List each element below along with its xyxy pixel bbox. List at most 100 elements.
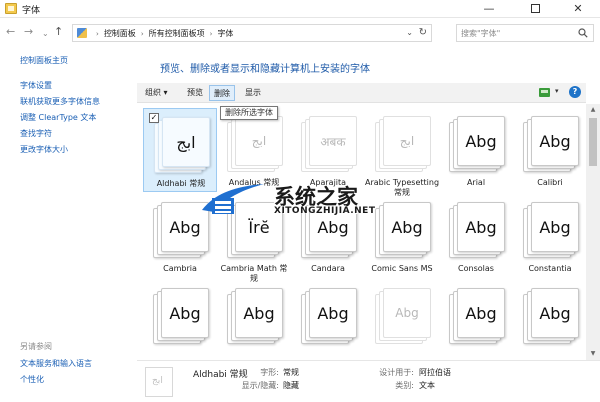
sidebar-item-online-font-info[interactable]: 联机获取更多字体信息 [20, 96, 100, 107]
see-also-heading: 另请参阅 [20, 342, 52, 351]
font-file-icon: Abg [523, 202, 581, 258]
font-sample: Abg [243, 303, 275, 323]
font-page-shape: Abg [531, 202, 579, 252]
organize-button[interactable]: 组织 ▾ [141, 85, 172, 101]
left-pane: 控制面板主页 字体设置 联机获取更多字体信息 调整 ClearType 文本 查… [0, 48, 136, 402]
font-tile[interactable]: Abg [143, 280, 217, 360]
font-file-icon: Abg [153, 288, 211, 344]
font-sample: ابج [399, 134, 415, 148]
font-sample: Abg [465, 217, 497, 237]
font-sample: अबक [320, 134, 346, 149]
control-panel-icon [77, 28, 87, 38]
font-name: Consolas [458, 264, 494, 273]
sidebar-item-text-services[interactable]: 文本服务和输入语言 [20, 358, 92, 369]
font-sample: Abg [317, 303, 349, 323]
font-file-icon: Abg [523, 116, 581, 172]
font-tile[interactable]: Abg [291, 280, 365, 360]
details-style-label: 字形: [260, 368, 279, 377]
font-name: Cambria [163, 264, 197, 273]
breadcrumb-separator[interactable]: › [210, 30, 213, 38]
preview-button[interactable]: 预览 [183, 85, 207, 101]
font-file-icon: Abg [227, 288, 285, 344]
refresh-icon[interactable]: ↻ [419, 27, 427, 38]
title-bar: 字体 — ✕ [0, 0, 600, 18]
address-bar[interactable]: › 控制面板 › 所有控制面板项 › 字体 ⌄ ↻ [72, 24, 432, 42]
scroll-up-arrow[interactable]: ▲ [586, 104, 600, 116]
view-dropdown-icon[interactable]: ▾ [555, 87, 559, 95]
font-preview-sample: ابج [152, 376, 163, 386]
font-file-icon: Abg [523, 288, 581, 344]
font-file-icon: Abg [301, 288, 359, 344]
details-category-value: 文本 [419, 381, 435, 390]
breadcrumb-control-panel[interactable]: 控制面板 [104, 29, 136, 38]
font-page-shape: ابج [162, 117, 210, 167]
font-file-icon: ابج [227, 116, 285, 172]
font-tile[interactable]: Abg Consolas [439, 194, 513, 278]
font-file-icon: ابج [154, 117, 212, 173]
up-button[interactable]: ↑ [54, 25, 63, 39]
font-page-shape: Abg [309, 288, 357, 338]
font-tile[interactable]: Abg [513, 280, 586, 360]
scroll-down-arrow[interactable]: ▼ [586, 348, 600, 360]
address-dropdown-icon[interactable]: ⌄ [406, 28, 413, 37]
details-pane: ابج Aldhabi 常规 字形: 常规 显示/隐藏: 隐藏 设计用于: 阿拉… [137, 360, 600, 402]
address-row: ← → ⌄ ↑ › 控制面板 › 所有控制面板项 › 字体 ⌄ ↻ [0, 19, 600, 47]
font-tile[interactable]: Abg [217, 280, 291, 360]
search-icon[interactable] [578, 28, 588, 38]
delete-button[interactable]: 删除 [209, 85, 235, 101]
maximize-icon [530, 3, 540, 13]
sidebar-item-control-panel-home[interactable]: 控制面板主页 [20, 55, 68, 66]
font-tile[interactable]: Abg Constantia [513, 194, 586, 278]
font-tile[interactable]: Abg Arial [439, 108, 513, 192]
back-button[interactable]: ← [6, 25, 15, 39]
font-sample: Abg [539, 217, 571, 237]
font-page-shape: Abg [161, 288, 209, 338]
scroll-thumb[interactable] [589, 118, 597, 166]
search-input[interactable] [461, 27, 573, 40]
close-button[interactable]: ✕ [556, 0, 600, 18]
font-name: Arial [466, 178, 486, 187]
font-sample: ابج [251, 134, 267, 148]
font-sample: Abg [395, 306, 419, 320]
font-file-icon: Abg [449, 202, 507, 258]
command-bar: 组织 ▾ 预览 删除 显示 ▾ ? [137, 83, 586, 103]
font-file-icon: ابج [375, 116, 433, 172]
recent-locations-button[interactable]: ⌄ [42, 27, 49, 41]
help-icon[interactable]: ? [569, 86, 581, 98]
forward-button[interactable]: → [24, 25, 33, 39]
sidebar-item-personalization[interactable]: 个性化 [20, 374, 44, 385]
font-tile[interactable]: Abg Calibri [513, 108, 586, 192]
breadcrumb-fonts[interactable]: 字体 [217, 29, 233, 38]
font-page-shape: Abg [383, 288, 431, 338]
sidebar-item-find-character[interactable]: 查找字符 [20, 128, 52, 139]
show-button[interactable]: 显示 [241, 85, 265, 101]
font-page-shape: Abg [531, 288, 579, 338]
vertical-scrollbar[interactable]: ▲ ▼ [586, 104, 600, 360]
font-page-shape: Abg [531, 116, 579, 166]
details-visibility-label: 显示/隐藏: [241, 381, 279, 390]
details-category-label: 类别: [395, 381, 414, 390]
watermark: 系统之家 XITONGZHIJIA.NET [198, 180, 398, 222]
select-checkbox[interactable]: ✓ [149, 113, 159, 123]
folder-icon [5, 3, 17, 14]
sidebar-item-font-settings[interactable]: 字体设置 [20, 80, 52, 91]
font-tile[interactable]: Abg [439, 280, 513, 360]
font-tile[interactable]: Abg [365, 280, 439, 360]
sidebar-item-cleartype[interactable]: 调整 ClearType 文本 [20, 112, 96, 123]
font-sample: Abg [539, 303, 571, 323]
font-preview-icon: ابج [145, 367, 173, 397]
minimize-button[interactable]: — [466, 0, 512, 18]
breadcrumb-separator[interactable]: › [141, 30, 144, 38]
maximize-button[interactable] [512, 0, 558, 18]
search-box[interactable] [456, 24, 594, 42]
font-page-shape: Abg [457, 202, 505, 252]
sidebar-item-change-font-size[interactable]: 更改字体大小 [20, 144, 68, 155]
view-options-icon[interactable] [539, 88, 550, 97]
font-file-icon: Abg [449, 288, 507, 344]
breadcrumb-all-items[interactable]: 所有控制面板项 [149, 29, 205, 38]
font-file-icon: Abg [375, 288, 433, 344]
font-name: Calibri [537, 178, 563, 187]
watermark-url: XITONGZHIJIA.NET [274, 206, 376, 216]
details-designed-for-label: 设计用于: [379, 368, 414, 377]
font-name: Comic Sans MS [371, 264, 433, 273]
